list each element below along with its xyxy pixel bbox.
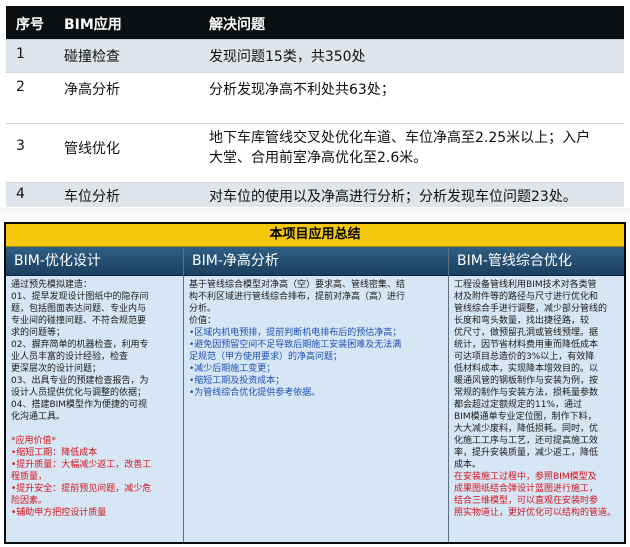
summary-line: 长度和弯头数量，找出捷径路，较 [454, 316, 590, 326]
row-app: 管线优化 [64, 141, 120, 157]
table-row: 2 净高分析 分析发现净高不利处共63处； [6, 72, 624, 123]
summary-line: 化施工工序与工艺，还可提高施工效 [454, 436, 599, 446]
summary-line: •避免因预留空间不足导致后期施工安装困难及无法满 [189, 340, 402, 350]
row-app: 车位分析 [64, 189, 120, 205]
page: 序号 BIM应用 解决问题 1 碰撞检查 发现问题15类，共350处 2 净高分… [0, 0, 630, 547]
summary-line [11, 423, 178, 435]
column-body: 工程设备管线利用BIM技术对各类管 材及附件等的路径与尺寸进行优化和 管线综合手进行… [449, 276, 624, 542]
row-no: 1 [16, 46, 25, 62]
column-clearance-analysis: BIM-净高分析 基于管线综合模型对净高（空）要求高、管线密集、结 构不利区域进行… [184, 247, 449, 542]
row-no: 4 [16, 186, 25, 202]
summary-line: 统计，因节省材料费用重而降低成本 [454, 340, 599, 350]
row-desc: 分析发现净高不利处共63处； [209, 82, 395, 98]
summary-line: 大大减少废料，降低损耗。同时，优 [454, 424, 599, 434]
summary-line: •区域内机电预排，提前判断机电排布后的预估净高； [189, 328, 402, 338]
row-no: 2 [16, 79, 25, 95]
summary-line: 01、提早发现设计图纸中的隐存问 [11, 292, 149, 302]
summary-line: BIM模通单专业定位图，制作下料， [454, 412, 597, 422]
bim-application-table: 序号 BIM应用 解决问题 1 碰撞检查 发现问题15类，共350处 2 净高分… [6, 6, 624, 207]
column-header: BIM-优化设计 [6, 247, 183, 276]
summary-line: 材及附件等的路径与尺寸进行优化和 [454, 292, 599, 302]
row-desc: 地下车库管线交叉处优化车道、车位净高至2.25米以上；入户 大堂、合用前室净高优… [199, 124, 624, 182]
summary-line: •缩短工期：降低成本 [11, 448, 98, 458]
header-app: BIM应用 [64, 17, 122, 33]
row-app: 净高分析 [64, 82, 120, 98]
column-header: BIM-管线综合优化 [449, 247, 624, 276]
summary-line: 求的问题等； [11, 328, 66, 338]
table-row: 4 车位分析 对车位的使用以及净高进行分析；分析发现车位问题23处。 [6, 182, 624, 207]
row-no: 3 [16, 138, 25, 154]
summary-line: 率，提升安装质量，减少返工，降低 [454, 448, 599, 458]
summary-line: 程质量， [11, 472, 48, 482]
summary-line: 都会超过定额规定的11%，通过 [454, 400, 583, 410]
row-desc-line: 地下车库管线交叉处优化车道、车位净高至2.25米以上；入户 [209, 130, 591, 146]
table-row: 3 管线优化 地下车库管线交叉处优化车道、车位净高至2.25米以上；入户 大堂、… [6, 123, 624, 182]
summary-line: 成本。 [454, 460, 482, 470]
summary-line: 结合三维模型，可以直观在安装时参 [454, 496, 599, 506]
summary-line: 优尺寸，做预留孔洞或管线预埋。据 [454, 328, 599, 338]
summary-line: 在安装施工过程中，参照BIM模型及 [454, 472, 597, 482]
row-desc: 发现问题15类，共350处 [209, 49, 366, 65]
summary-box: 本项目应用总结 BIM-优化设计 通过预先模拟建造： 01、提早发现设计图纸中的隐… [4, 222, 626, 544]
summary-line: •缩短工期及投资成本； [189, 376, 285, 386]
summary-line: 工程设备管线利用BIM技术对各类管 [454, 280, 597, 290]
summary-line: 构不利区域进行管线综合排布，提前对净高（高）进行 [189, 292, 406, 302]
summary-line: 02、摒弃简单的机器检查，利用专 [11, 340, 149, 350]
table-header: 序号 BIM应用 解决问题 [6, 6, 624, 39]
summary-line: 业人员丰富的设计经验，检查 [11, 352, 129, 362]
summary-line: •辅助甲方把控设计质量 [11, 508, 107, 518]
summary-line: 基于管线综合模型对净高（空）要求高、管线密集、结 [189, 280, 406, 290]
summary-line: 险因素。 [11, 496, 48, 506]
summary-line: 专业间的碰撞问题、不符合规范要 [11, 316, 147, 326]
summary-line: 暖通风管的钢板制作与安装为例，按 [454, 376, 599, 386]
table-row: 1 碰撞检查 发现问题15类，共350处 [6, 39, 624, 72]
summary-line: 更深层次的设计问题； [11, 364, 102, 374]
summary-line: 04、搭建BIM模型作为便捷的可视 [11, 400, 148, 410]
summary-line: 题，包括图面表达问题、专业内与 [11, 304, 147, 314]
header-no: 序号 [16, 17, 44, 33]
summary-line: 设计人员提供优化与调整的依据； [11, 388, 147, 398]
summary-line: 照实物道让，更好优化可以结构的管道。 [454, 508, 617, 518]
summary-line: •为管线综合优化提供参考依据。 [189, 388, 321, 398]
column-header: BIM-净高分析 [184, 247, 448, 276]
summary-line: 03、出具专业的预建检查报告，为 [11, 376, 149, 386]
column-body: 基于管线综合模型对净高（空）要求高、管线密集、结 构不利区域进行管线综合排布，提前… [184, 276, 448, 542]
summary-line: *应用价值* [11, 436, 57, 446]
summary-line: 分析。 [189, 304, 217, 314]
summary-line: 通过预先模拟建造： [11, 280, 93, 290]
header-desc: 解决问题 [209, 17, 265, 33]
summary-line: 化沟通工具。 [11, 412, 66, 422]
summary-line: •提升安全：提前预见问题，减少危 [11, 484, 152, 494]
summary-line: 成果图纸结合弹设计蓝图进行施工， [454, 484, 599, 494]
row-app: 碰撞检查 [64, 49, 120, 65]
summary-line: •提升质量：大幅减少返工，改善工 [11, 460, 152, 470]
summary-title: 本项目应用总结 [6, 224, 624, 247]
summary-line: 足规范（甲方使用要求）的净高问题； [189, 352, 343, 362]
summary-line: 管线综合手进行调整，减少部分管线的 [454, 304, 608, 314]
column-body: 通过预先模拟建造： 01、提早发现设计图纸中的隐存问 题，包括图面表达问题、专业内与… [6, 276, 183, 542]
summary-columns: BIM-优化设计 通过预先模拟建造： 01、提早发现设计图纸中的隐存问 题，包括图面… [6, 247, 624, 542]
row-desc-line: 大堂、合用前室净高优化至2.6米。 [209, 150, 428, 166]
summary-line: 价值： [189, 316, 217, 326]
column-design-optimization: BIM-优化设计 通过预先模拟建造： 01、提早发现设计图纸中的隐存问 题，包括图面… [6, 247, 184, 542]
row-desc: 对车位的使用以及净高进行分析；分析发现车位问题23处。 [209, 189, 577, 205]
summary-line: 低材料成本，实现降本增效目的。以 [454, 364, 599, 374]
summary-line: 常规的制作与安装方法，损耗量参数 [454, 388, 599, 398]
column-pipeline-optimization: BIM-管线综合优化 工程设备管线利用BIM技术对各类管 材及附件等的路径与尺寸进… [449, 247, 624, 542]
summary-line: 可达项目总造价的3%以上，有效降 [454, 352, 595, 362]
summary-line: •减少后期施工变更； [189, 364, 276, 374]
